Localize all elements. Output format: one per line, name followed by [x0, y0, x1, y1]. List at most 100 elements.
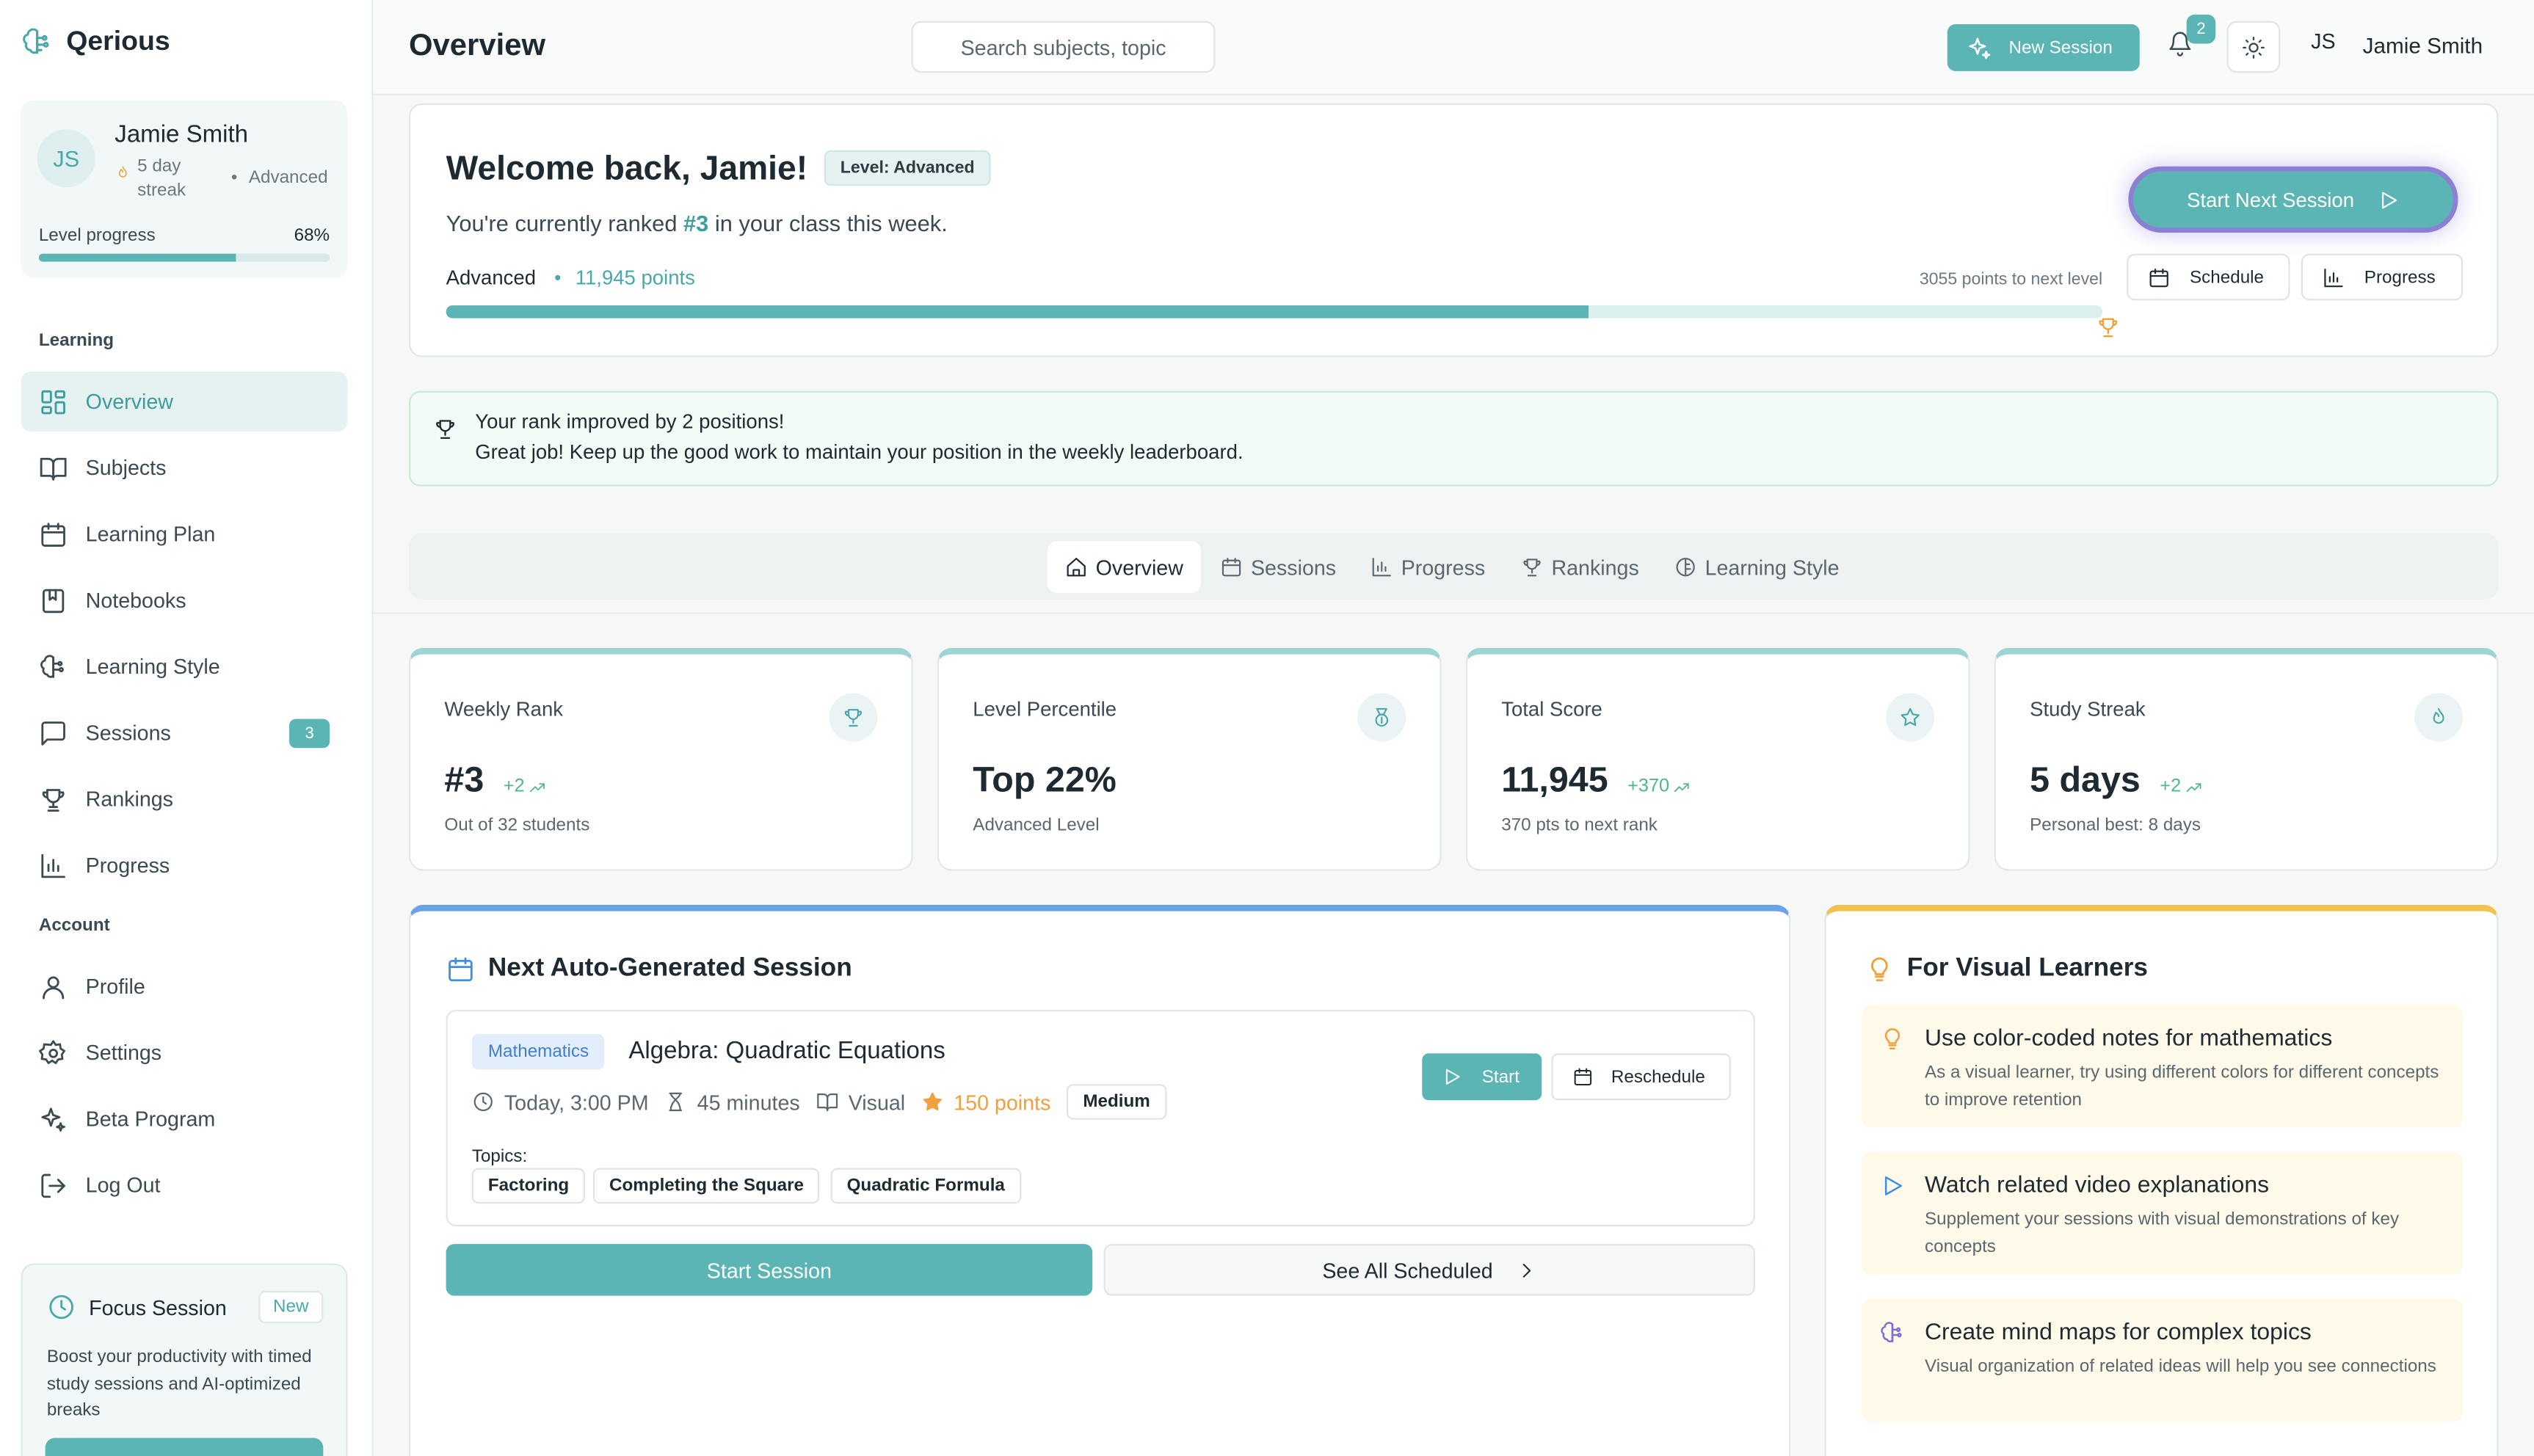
sidebar-item-settings[interactable]: Settings — [21, 1023, 348, 1082]
sidebar-item-profile[interactable]: Profile — [21, 956, 348, 1016]
sidebar-item-beta-program[interactable]: Beta Program — [21, 1089, 348, 1149]
brain-icon — [1674, 556, 1697, 578]
user-avatar[interactable]: JS — [2311, 29, 2335, 54]
subject-badge: Mathematics — [471, 1033, 606, 1070]
tip-item[interactable]: Watch related video explanations Supplem… — [1862, 1151, 2464, 1275]
tab-label: Rankings — [1551, 555, 1639, 580]
visual-learner-tips-card: For Visual Learners Use color-coded note… — [1824, 904, 2499, 1456]
streak-text: 5 day streak — [137, 156, 186, 200]
session-name: Algebra: Quadratic Equations — [628, 1037, 945, 1065]
start-next-session-button[interactable]: Start Next Session — [2128, 166, 2458, 233]
sidebar: Qerious JS Jamie Smith 5 day streak • Ad… — [0, 0, 374, 1456]
sidebar-item-label: Overview — [85, 389, 173, 414]
welcome-subtitle: You're currently ranked #3 in your class… — [446, 210, 948, 236]
trend-up-icon — [528, 778, 545, 796]
sidebar-item-learning-plan[interactable]: Learning Plan — [21, 504, 348, 564]
tab-rankings[interactable]: Rankings — [1521, 542, 1639, 593]
level-progress-label: Level progress — [38, 226, 156, 246]
schedule-button[interactable]: Schedule — [2127, 253, 2290, 301]
topic-chip: Factoring — [471, 1168, 586, 1204]
lightbulb-icon — [1865, 955, 1895, 984]
tab-label: Progress — [1401, 555, 1486, 580]
tip-item[interactable]: Create mind maps for complex topics Visu… — [1862, 1299, 2464, 1422]
trophy-icon — [829, 693, 878, 742]
stat-value-text: 11,945 — [1501, 759, 1608, 800]
tip-title: Create mind maps for complex topics — [1924, 1320, 2312, 1346]
notification-count-badge: 2 — [2186, 14, 2216, 44]
start-button[interactable]: Start — [1422, 1053, 1542, 1101]
book-open-icon — [39, 454, 68, 483]
separator-dot: • — [230, 167, 238, 188]
subtitle-post: in your class this week. — [708, 210, 948, 236]
session-card-title-text: Next Auto-Generated Session — [487, 955, 852, 983]
sidebar-item-subjects[interactable]: Subjects — [21, 438, 348, 498]
brain-logo-icon — [21, 26, 54, 58]
stat-card-study-streak: Study Streak 5 days +2 Personal best: 8 … — [1994, 647, 2499, 871]
session-details: Mathematics Algebra: Quadratic Equations… — [446, 1009, 1755, 1226]
level-progress-fill — [38, 253, 237, 262]
alert-body: Great job! Keep up the good work to main… — [475, 441, 1244, 464]
sidebar-item-label: Learning Style — [85, 654, 220, 679]
stat-delta-text: +370 — [1627, 776, 1670, 797]
stat-card-weekly-rank: Weekly Rank #3 +2 Out of 32 students — [408, 647, 913, 871]
level-progress-bar — [446, 305, 2103, 318]
sidebar-item-sessions[interactable]: Sessions 3 — [21, 703, 348, 762]
sidebar-item-overview[interactable]: Overview — [21, 371, 348, 432]
stat-delta: +2 — [504, 777, 546, 796]
calendar-icon — [1220, 556, 1243, 578]
sidebar-item-log-out[interactable]: Log Out — [21, 1155, 348, 1215]
brand[interactable]: Qerious — [21, 26, 170, 58]
trophy-icon — [39, 785, 68, 814]
theme-toggle-button[interactable] — [2226, 21, 2281, 73]
level-progress-value: 68% — [294, 226, 330, 246]
play-icon — [2377, 188, 2400, 211]
start-next-label: Start Next Session — [2187, 188, 2355, 211]
clock-icon — [47, 1292, 76, 1322]
new-session-button[interactable]: New Session — [1947, 24, 2140, 71]
trophy-icon — [1521, 556, 1544, 578]
profile-streak: 5 day streak — [115, 155, 198, 203]
star-icon — [1886, 693, 1935, 742]
stat-delta: +370 — [1627, 777, 1691, 796]
sidebar-item-progress[interactable]: Progress — [21, 835, 348, 895]
session-style: Visual — [848, 1089, 906, 1114]
tab-overview[interactable]: Overview — [1047, 541, 1202, 593]
sidebar-item-label: Log Out — [85, 1173, 161, 1198]
stat-label: Total Score — [1501, 698, 1602, 721]
start-focus-button[interactable] — [45, 1438, 324, 1456]
tab-sessions[interactable]: Sessions — [1220, 542, 1336, 593]
calendar-icon — [1572, 1066, 1594, 1088]
stat-subtext: Personal best: 8 days — [2030, 815, 2201, 836]
tip-item[interactable]: Use color-coded notes for mathematics As… — [1862, 1005, 2464, 1128]
level-badge: Level: Advanced — [824, 150, 991, 186]
rank-highlight: #3 — [683, 210, 709, 236]
sidebar-item-label: Progress — [85, 853, 170, 878]
start-label: Start — [1481, 1067, 1520, 1087]
stat-delta-text: +2 — [2160, 776, 2182, 797]
reschedule-button[interactable]: Reschedule — [1551, 1053, 1731, 1101]
tab-learning-style[interactable]: Learning Style — [1674, 542, 1840, 593]
profile-card[interactable]: JS Jamie Smith 5 day streak • Advanced L… — [21, 100, 348, 278]
points-to-next-level: 3055 points to next level — [1919, 269, 2103, 290]
user-name[interactable]: Jamie Smith — [2363, 34, 2483, 58]
sidebar-item-rankings[interactable]: Rankings — [21, 769, 348, 829]
progress-button[interactable]: Progress — [2301, 253, 2464, 301]
sidebar-item-notebooks[interactable]: Notebooks — [21, 570, 348, 630]
flame-icon — [2414, 693, 2464, 742]
tab-progress[interactable]: Progress — [1371, 542, 1485, 593]
see-all-scheduled-button[interactable]: See All Scheduled — [1103, 1244, 1755, 1296]
trend-up-icon — [1673, 778, 1691, 796]
new-badge: New — [258, 1290, 324, 1324]
sidebar-item-learning-style[interactable]: Learning Style — [21, 636, 348, 696]
stat-value: #3 +2 — [444, 760, 545, 801]
brand-name: Qerious — [66, 26, 170, 57]
tab-label: Overview — [1095, 555, 1183, 580]
nav-section-account: Account — [38, 916, 110, 936]
stat-value-text: Top 22% — [973, 759, 1117, 800]
search-input[interactable]: Search subjects, topic — [911, 21, 1216, 73]
sidebar-item-label: Subjects — [85, 455, 167, 480]
stat-delta-text: +2 — [503, 776, 525, 797]
difficulty-badge: Medium — [1067, 1084, 1166, 1120]
start-session-button[interactable]: Start Session — [446, 1244, 1093, 1296]
stat-label: Weekly Rank — [444, 698, 564, 721]
